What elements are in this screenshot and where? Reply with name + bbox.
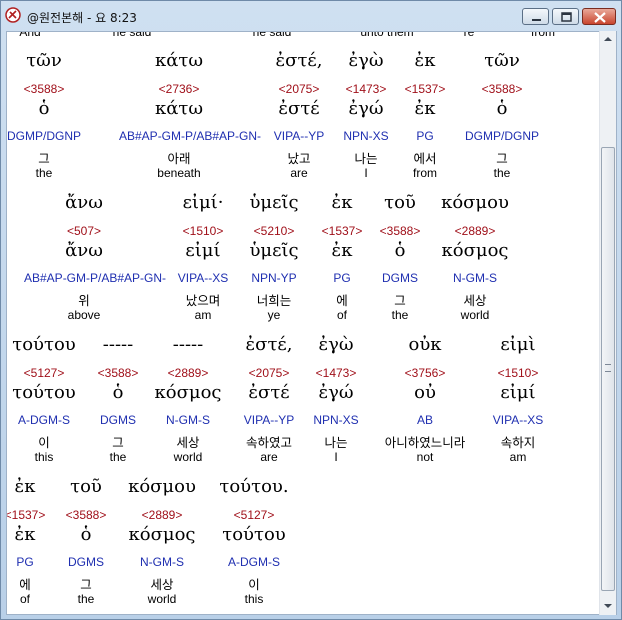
greek-word[interactable]: τῶν <box>442 50 562 71</box>
interlinear-view: And he said he said unto them re from τῶν <358… <box>6 31 617 615</box>
close-button[interactable] <box>582 8 616 25</box>
partial-english-gloss: he said <box>252 31 292 39</box>
strongs-number[interactable]: <3588> <box>442 82 562 96</box>
parsing-code: DGMP/DGNP <box>464 129 539 143</box>
scroll-thumb[interactable] <box>601 147 615 591</box>
strongs-number[interactable]: <5127> <box>194 508 314 522</box>
english-gloss: am <box>509 450 527 464</box>
greek-lemma: τούτου <box>222 524 286 545</box>
window-title: @원전본해 - 요 8:23 <box>27 11 137 25</box>
english-gloss: world <box>460 308 490 322</box>
greek-lemma: κάτω <box>154 98 204 119</box>
english-gloss: beneath <box>157 166 201 180</box>
parsing-code: VIPA--XS <box>492 413 544 427</box>
greek-lemma: ὁ <box>38 98 50 119</box>
partial-english-gloss: from <box>531 31 555 39</box>
maximize-button[interactable] <box>552 8 579 25</box>
strongs-number[interactable]: <1510> <box>458 366 578 380</box>
scroll-up-arrow-icon[interactable] <box>600 31 616 47</box>
greek-word[interactable]: κάτω <box>119 50 239 71</box>
parsing-code: N-GM-S <box>453 271 497 285</box>
greek-lemma: ὁ <box>496 98 508 119</box>
korean-gloss: 아래 <box>167 151 191 166</box>
app-icon[interactable] <box>5 7 21 23</box>
partial-english-gloss: he said <box>112 31 152 39</box>
minimize-button[interactable] <box>522 8 549 25</box>
english-gloss: above <box>67 308 101 322</box>
strongs-number[interactable]: <2736> <box>119 82 239 96</box>
strongs-number[interactable]: <2889> <box>415 224 535 238</box>
korean-gloss: 위 <box>78 293 90 308</box>
korean-gloss: 그 <box>38 151 50 166</box>
greek-lemma: ἄνω <box>65 240 103 261</box>
scroll-grip-icon <box>605 364 611 372</box>
parsing-code: DGMP/DGNP <box>6 129 81 143</box>
greek-word[interactable]: ἄνω <box>24 192 144 213</box>
vertical-scrollbar[interactable] <box>599 31 616 615</box>
korean-gloss: 그 <box>496 151 508 166</box>
parsing-code: AB#AP-GM-P/AB#AP-GN- <box>24 271 167 285</box>
title-bar[interactable]: @원전본해 - 요 8:23 <box>1 1 621 31</box>
korean-gloss: 세상 <box>463 293 487 308</box>
korean-gloss: 이 <box>248 577 260 592</box>
app-window: @원전본해 - 요 8:23 And he said he said unto the… <box>0 0 622 620</box>
strongs-number[interactable]: <507> <box>24 224 144 238</box>
greek-word[interactable]: εἰμὶ <box>458 334 578 355</box>
greek-word[interactable]: κόσμου <box>415 192 535 213</box>
parsing-code: A-DGM-S <box>228 555 280 569</box>
english-gloss: the <box>493 166 511 180</box>
greek-word[interactable]: τῶν <box>7 50 104 71</box>
greek-lemma: κόσμος <box>441 240 509 261</box>
scroll-down-arrow-icon[interactable] <box>600 598 616 614</box>
korean-gloss: 속하지 <box>500 435 536 450</box>
english-gloss: the <box>35 166 53 180</box>
greek-word[interactable]: τούτου. <box>194 476 314 497</box>
english-gloss: this <box>244 592 264 606</box>
strongs-number[interactable]: <3588> <box>7 82 104 96</box>
parsing-code: AB#AP-GM-P/AB#AP-GN- <box>119 129 262 143</box>
greek-lemma: εἰμί <box>500 382 536 403</box>
